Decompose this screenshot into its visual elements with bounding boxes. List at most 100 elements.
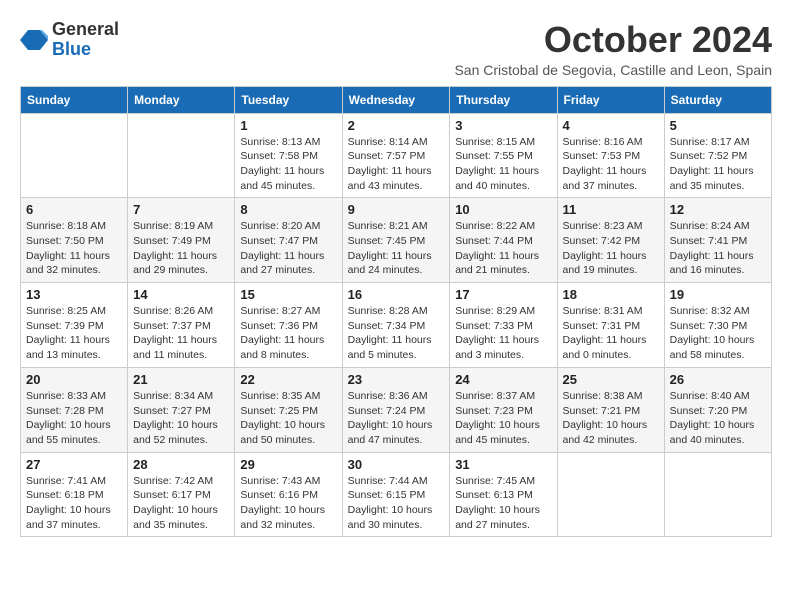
calendar-cell: 6 Sunrise: 8:18 AM Sunset: 7:50 PM Daylig… — [21, 198, 128, 283]
day-info: Sunrise: 8:23 AM Sunset: 7:42 PM Dayligh… — [563, 219, 659, 278]
calendar-cell — [21, 113, 128, 198]
day-number: 2 — [348, 118, 445, 133]
day-info: Sunrise: 8:25 AM Sunset: 7:39 PM Dayligh… — [26, 304, 122, 363]
day-info: Sunrise: 8:33 AM Sunset: 7:28 PM Dayligh… — [26, 389, 122, 448]
calendar-cell: 19 Sunrise: 8:32 AM Sunset: 7:30 PM Dayli… — [664, 283, 771, 368]
day-number: 22 — [240, 372, 336, 387]
day-number: 24 — [455, 372, 551, 387]
calendar-cell: 7 Sunrise: 8:19 AM Sunset: 7:49 PM Daylig… — [128, 198, 235, 283]
day-number: 5 — [670, 118, 766, 133]
weekday-header-tuesday: Tuesday — [235, 86, 342, 113]
calendar-cell: 22 Sunrise: 8:35 AM Sunset: 7:25 PM Dayli… — [235, 367, 342, 452]
calendar-cell: 28 Sunrise: 7:42 AM Sunset: 6:17 PM Dayli… — [128, 452, 235, 537]
day-number: 15 — [240, 287, 336, 302]
day-info: Sunrise: 8:15 AM Sunset: 7:55 PM Dayligh… — [455, 135, 551, 194]
weekday-header-friday: Friday — [557, 86, 664, 113]
day-number: 23 — [348, 372, 445, 387]
day-number: 11 — [563, 202, 659, 217]
day-info: Sunrise: 8:20 AM Sunset: 7:47 PM Dayligh… — [240, 219, 336, 278]
calendar-cell: 14 Sunrise: 8:26 AM Sunset: 7:37 PM Dayli… — [128, 283, 235, 368]
day-info: Sunrise: 8:21 AM Sunset: 7:45 PM Dayligh… — [348, 219, 445, 278]
calendar-cell: 8Sunrise: 8:20 AM Sunset: 7:47 PM Daylig… — [235, 198, 342, 283]
calendar-cell — [557, 452, 664, 537]
day-number: 31 — [455, 457, 551, 472]
month-title: October 2024 — [454, 20, 772, 60]
day-number: 25 — [563, 372, 659, 387]
day-number: 21 — [133, 372, 229, 387]
day-number: 18 — [563, 287, 659, 302]
day-info: Sunrise: 8:38 AM Sunset: 7:21 PM Dayligh… — [563, 389, 659, 448]
calendar-cell: 11 Sunrise: 8:23 AM Sunset: 7:42 PM Dayli… — [557, 198, 664, 283]
day-info: Sunrise: 7:45 AM Sunset: 6:13 PM Dayligh… — [455, 474, 551, 533]
day-number: 14 — [133, 287, 229, 302]
calendar-cell: 27Sunrise: 7:41 AM Sunset: 6:18 PM Dayli… — [21, 452, 128, 537]
day-info: Sunrise: 8:16 AM Sunset: 7:53 PM Dayligh… — [563, 135, 659, 194]
day-info: Sunrise: 8:35 AM Sunset: 7:25 PM Dayligh… — [240, 389, 336, 448]
calendar-cell: 21Sunrise: 8:34 AM Sunset: 7:27 PM Dayli… — [128, 367, 235, 452]
day-number: 3 — [455, 118, 551, 133]
day-info: Sunrise: 7:43 AM Sunset: 6:16 PM Dayligh… — [240, 474, 336, 533]
calendar-week-row: 6 Sunrise: 8:18 AM Sunset: 7:50 PM Daylig… — [21, 198, 772, 283]
day-info: Sunrise: 8:28 AM Sunset: 7:34 PM Dayligh… — [348, 304, 445, 363]
calendar-cell: 9 Sunrise: 8:21 AM Sunset: 7:45 PM Daylig… — [342, 198, 450, 283]
calendar-cell: 24Sunrise: 8:37 AM Sunset: 7:23 PM Dayli… — [450, 367, 557, 452]
day-number: 20 — [26, 372, 122, 387]
day-number: 12 — [670, 202, 766, 217]
calendar-cell — [664, 452, 771, 537]
calendar-cell: 29 Sunrise: 7:43 AM Sunset: 6:16 PM Dayli… — [235, 452, 342, 537]
day-info: Sunrise: 8:24 AM Sunset: 7:41 PM Dayligh… — [670, 219, 766, 278]
day-number: 19 — [670, 287, 766, 302]
calendar-week-row: 13 Sunrise: 8:25 AM Sunset: 7:39 PM Dayli… — [21, 283, 772, 368]
calendar-week-row: 20 Sunrise: 8:33 AM Sunset: 7:28 PM Dayli… — [21, 367, 772, 452]
day-number: 10 — [455, 202, 551, 217]
day-info: Sunrise: 8:14 AM Sunset: 7:57 PM Dayligh… — [348, 135, 445, 194]
calendar-week-row: 27Sunrise: 7:41 AM Sunset: 6:18 PM Dayli… — [21, 452, 772, 537]
day-info: Sunrise: 8:36 AM Sunset: 7:24 PM Dayligh… — [348, 389, 445, 448]
day-info: Sunrise: 8:31 AM Sunset: 7:31 PM Dayligh… — [563, 304, 659, 363]
calendar-cell: 15Sunrise: 8:27 AM Sunset: 7:36 PM Dayli… — [235, 283, 342, 368]
logo-blue: Blue — [52, 40, 119, 60]
day-info: Sunrise: 8:17 AM Sunset: 7:52 PM Dayligh… — [670, 135, 766, 194]
day-info: Sunrise: 8:26 AM Sunset: 7:37 PM Dayligh… — [133, 304, 229, 363]
calendar-cell: 2 Sunrise: 8:14 AM Sunset: 7:57 PM Daylig… — [342, 113, 450, 198]
day-number: 1 — [240, 118, 336, 133]
day-number: 13 — [26, 287, 122, 302]
day-info: Sunrise: 7:44 AM Sunset: 6:15 PM Dayligh… — [348, 474, 445, 533]
day-number: 7 — [133, 202, 229, 217]
day-number: 27 — [26, 457, 122, 472]
weekday-header-sunday: Sunday — [21, 86, 128, 113]
calendar-cell: 5 Sunrise: 8:17 AM Sunset: 7:52 PM Daylig… — [664, 113, 771, 198]
calendar-cell: 17 Sunrise: 8:29 AM Sunset: 7:33 PM Dayli… — [450, 283, 557, 368]
calendar-week-row: 1 Sunrise: 8:13 AM Sunset: 7:58 PM Daylig… — [21, 113, 772, 198]
day-info: Sunrise: 8:32 AM Sunset: 7:30 PM Dayligh… — [670, 304, 766, 363]
weekday-header-monday: Monday — [128, 86, 235, 113]
day-number: 9 — [348, 202, 445, 217]
calendar-cell: 16 Sunrise: 8:28 AM Sunset: 7:34 PM Dayli… — [342, 283, 450, 368]
logo-icon — [20, 26, 48, 54]
calendar-cell — [128, 113, 235, 198]
day-number: 26 — [670, 372, 766, 387]
day-info: Sunrise: 8:13 AM Sunset: 7:58 PM Dayligh… — [240, 135, 336, 194]
weekday-header-wednesday: Wednesday — [342, 86, 450, 113]
calendar-cell: 1 Sunrise: 8:13 AM Sunset: 7:58 PM Daylig… — [235, 113, 342, 198]
day-info: Sunrise: 8:19 AM Sunset: 7:49 PM Dayligh… — [133, 219, 229, 278]
calendar-cell: 10Sunrise: 8:22 AM Sunset: 7:44 PM Dayli… — [450, 198, 557, 283]
day-number: 16 — [348, 287, 445, 302]
day-number: 30 — [348, 457, 445, 472]
calendar-cell: 4Sunrise: 8:16 AM Sunset: 7:53 PM Daylig… — [557, 113, 664, 198]
weekday-header-thursday: Thursday — [450, 86, 557, 113]
calendar-cell: 3 Sunrise: 8:15 AM Sunset: 7:55 PM Daylig… — [450, 113, 557, 198]
calendar-cell: 13 Sunrise: 8:25 AM Sunset: 7:39 PM Dayli… — [21, 283, 128, 368]
day-number: 17 — [455, 287, 551, 302]
day-info: Sunrise: 8:18 AM Sunset: 7:50 PM Dayligh… — [26, 219, 122, 278]
calendar-cell: 31 Sunrise: 7:45 AM Sunset: 6:13 PM Dayli… — [450, 452, 557, 537]
day-info: Sunrise: 8:29 AM Sunset: 7:33 PM Dayligh… — [455, 304, 551, 363]
day-number: 29 — [240, 457, 336, 472]
day-info: Sunrise: 8:40 AM Sunset: 7:20 PM Dayligh… — [670, 389, 766, 448]
calendar-table: SundayMondayTuesdayWednesdayThursdayFrid… — [20, 86, 772, 538]
day-number: 6 — [26, 202, 122, 217]
calendar-cell: 26 Sunrise: 8:40 AM Sunset: 7:20 PM Dayli… — [664, 367, 771, 452]
day-number: 28 — [133, 457, 229, 472]
day-info: Sunrise: 7:42 AM Sunset: 6:17 PM Dayligh… — [133, 474, 229, 533]
location-subtitle: San Cristobal de Segovia, Castille and L… — [454, 62, 772, 78]
